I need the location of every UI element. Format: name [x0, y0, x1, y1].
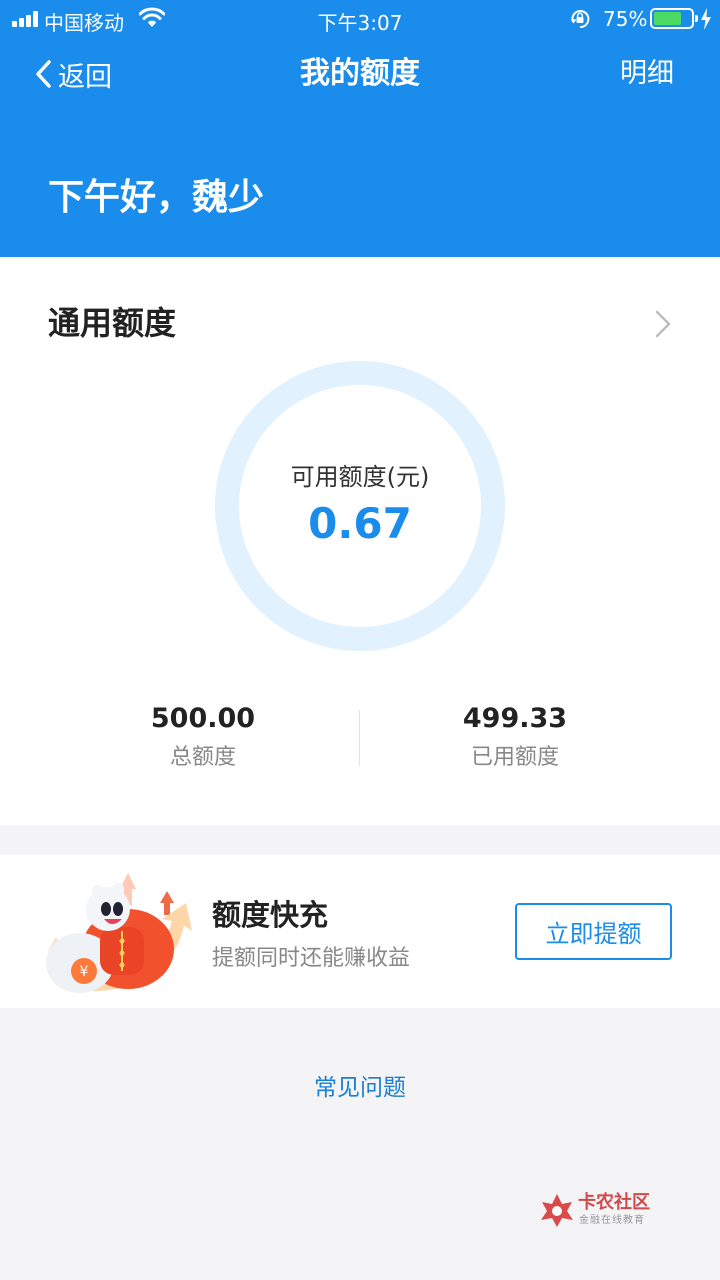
watermark: 卡农社区 金融在线教育 [540, 1192, 680, 1232]
raise-quota-button[interactable]: 立即提额 [515, 903, 672, 960]
used-quota-value: 499.33 [462, 703, 568, 734]
page-title: 我的额度 [300, 56, 420, 91]
total-quota-stat: 500.00 总额度 [78, 701, 328, 775]
rotation-lock-icon [571, 10, 590, 29]
battery-icon [650, 8, 698, 29]
used-quota-label: 已用额度 [470, 745, 559, 770]
yuan-coin-icon: ¥ [80, 964, 89, 980]
watermark-tagline: 金融在线教育 [579, 1215, 645, 1226]
total-quota-value: 500.00 [150, 703, 256, 734]
header: 中国移动 下午3:07 75% 返回 我的额度 明细 下午好，魏少 [0, 0, 720, 257]
status-bar: 中国移动 下午3:07 75% [0, 0, 720, 38]
quota-title: 通用额度 [48, 304, 177, 342]
stat-divider [359, 710, 360, 766]
detail-button[interactable]: 明细 [620, 54, 674, 94]
kanong-logo-icon [541, 1194, 573, 1227]
quota-card[interactable]: 通用额度 可用额度(元) 0.67 500.00 总额度 499.33 已用额度 [0, 257, 720, 825]
promo-card: ¥ 额度快充 提额同时还能赚收益 立即提额 [0, 855, 720, 1008]
charging-icon [701, 8, 711, 30]
greeting-text: 下午好，魏少 [48, 177, 265, 218]
chevron-right-icon[interactable] [654, 309, 672, 339]
battery-percent: 75% [603, 7, 648, 31]
available-value: 0.67 [308, 499, 412, 548]
total-quota-label: 总额度 [169, 745, 236, 770]
mascot-illustration: ¥ [46, 873, 192, 993]
used-quota-stat: 499.33 已用额度 [390, 701, 640, 775]
available-label: 可用额度(元) [290, 463, 430, 491]
faq-link[interactable]: 常见问题 [0, 1070, 720, 1106]
watermark-name: 卡农社区 [578, 1192, 650, 1213]
promo-subtitle: 提额同时还能赚收益 [212, 946, 411, 971]
promo-title: 额度快充 [212, 898, 329, 932]
